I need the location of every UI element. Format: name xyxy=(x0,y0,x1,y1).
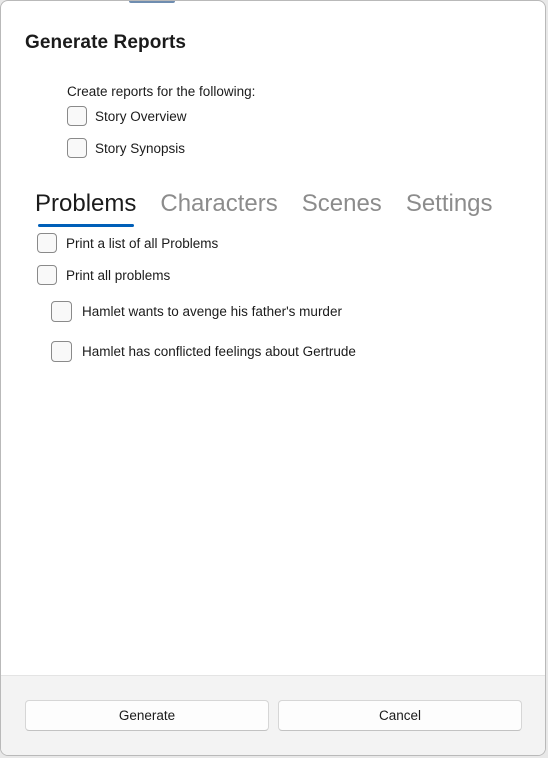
tab-settings-label: Settings xyxy=(405,190,493,217)
problem-item-label: Hamlet wants to avenge his father's murd… xyxy=(82,304,342,319)
generate-button[interactable]: Generate xyxy=(25,700,269,731)
intro-text: Create reports for the following: xyxy=(67,84,256,99)
problem-item-label: Hamlet has conflicted feelings about Ger… xyxy=(82,344,356,359)
story-synopsis-checkbox[interactable] xyxy=(67,138,87,158)
title-bar-accent xyxy=(129,1,175,3)
tab-settings[interactable]: Settings xyxy=(406,189,493,225)
print-all-problems-label: Print all problems xyxy=(66,267,171,283)
story-overview-checkbox[interactable] xyxy=(67,106,87,126)
dialog-title: Generate Reports xyxy=(25,32,187,53)
active-tab-indicator xyxy=(38,224,134,227)
print-all-problems-checkbox[interactable] xyxy=(37,265,57,285)
tab-scenes-label: Scenes xyxy=(301,190,382,217)
problem-item[interactable]: Hamlet has conflicted feelings about Ger… xyxy=(51,341,356,362)
story-overview-label: Story Overview xyxy=(95,108,187,124)
problem-item-checkbox[interactable] xyxy=(51,341,72,362)
report-tabs: Problems Characters Scenes Settings xyxy=(35,189,517,227)
story-synopsis-option[interactable]: Story Synopsis xyxy=(67,138,185,158)
print-all-problems-option[interactable]: Print all problems xyxy=(37,265,170,285)
print-problem-list-checkbox[interactable] xyxy=(37,233,57,253)
problem-item-checkbox[interactable] xyxy=(51,301,72,322)
tab-characters-label: Characters xyxy=(160,190,278,217)
generate-reports-dialog: Generate Reports Create reports for the … xyxy=(0,0,546,756)
print-problem-list-option[interactable]: Print a list of all Problems xyxy=(37,233,218,253)
tab-problems-label: Problems xyxy=(35,190,137,217)
problem-item[interactable]: Hamlet wants to avenge his father's murd… xyxy=(51,301,342,322)
print-problem-list-label: Print a list of all Problems xyxy=(66,235,219,251)
story-overview-option[interactable]: Story Overview xyxy=(67,106,187,126)
tab-scenes[interactable]: Scenes xyxy=(302,189,382,225)
dialog-footer: Generate Cancel xyxy=(1,675,545,755)
tab-characters[interactable]: Characters xyxy=(160,189,277,225)
cancel-button[interactable]: Cancel xyxy=(278,700,522,731)
tab-problems[interactable]: Problems xyxy=(35,189,137,227)
story-synopsis-label: Story Synopsis xyxy=(95,140,186,156)
